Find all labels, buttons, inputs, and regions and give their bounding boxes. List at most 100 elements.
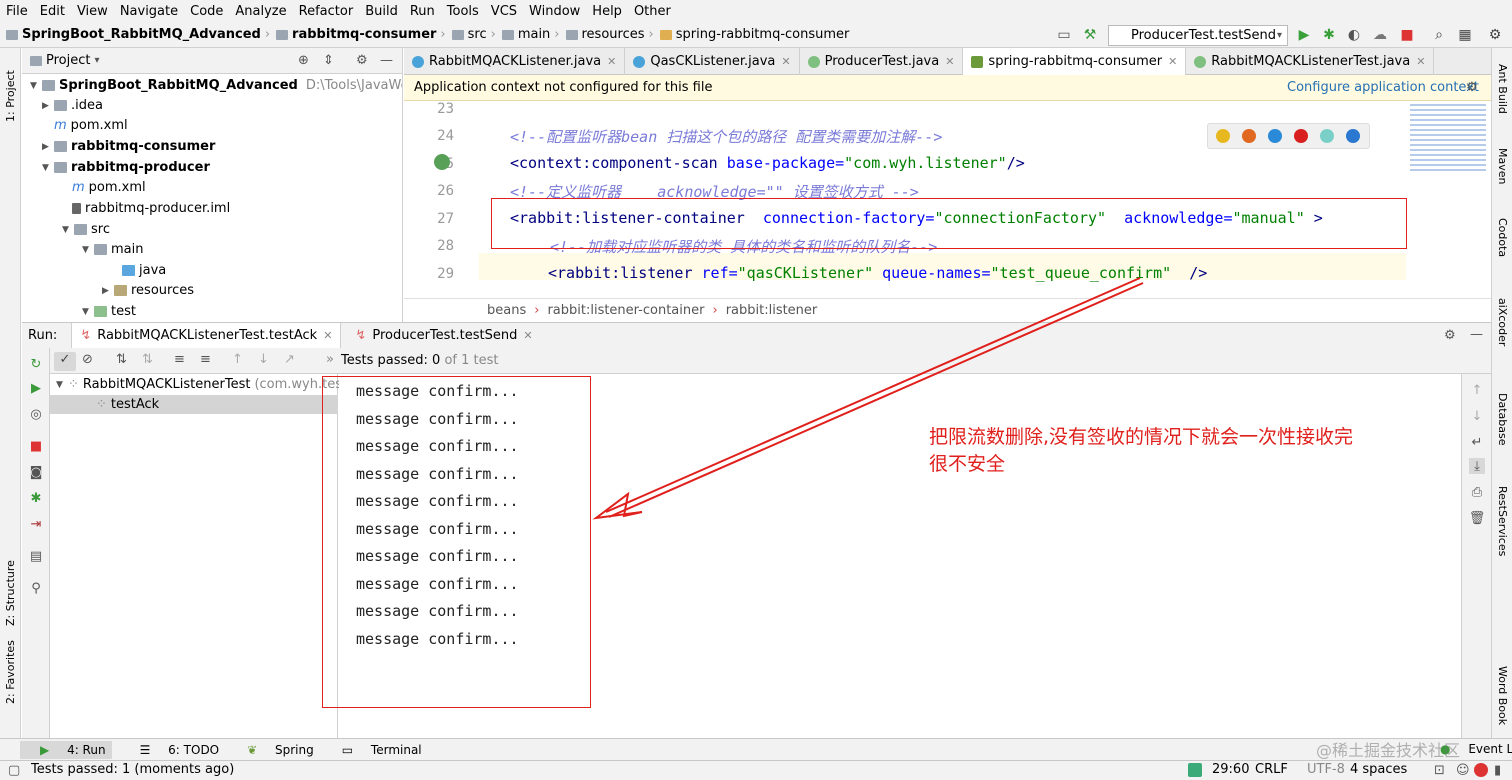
- breadcrumb-file[interactable]: spring-rabbitmq-consumer: [659, 27, 849, 42]
- tree-item-iml[interactable]: rabbitmq-producer.iml: [72, 201, 230, 216]
- tree-item-idea[interactable]: ▶ .idea: [42, 98, 103, 113]
- close-icon[interactable]: ✕: [1416, 55, 1425, 68]
- scroll-to-end-icon[interactable]: ⤓: [1469, 458, 1485, 474]
- up-icon[interactable]: ↑: [1469, 382, 1485, 398]
- export-icon[interactable]: ↗: [284, 352, 295, 367]
- memory-icon[interactable]: ▮: [1494, 763, 1501, 778]
- tree-root[interactable]: ▼ SpringBoot_RabbitMQ_Advanced D:\Tools\Ja…: [30, 78, 402, 93]
- firefox-icon[interactable]: [1242, 129, 1256, 143]
- breadcrumb-src[interactable]: src ›: [451, 27, 496, 42]
- safari-icon[interactable]: [1268, 129, 1282, 143]
- build-hammer-icon[interactable]: ⚒: [1081, 26, 1099, 44]
- coverage-icon[interactable]: ◐: [1345, 26, 1363, 44]
- menu-analyze[interactable]: Analyze: [229, 4, 292, 19]
- down-icon[interactable]: ↓: [1469, 408, 1485, 424]
- code-line-25[interactable]: <context:component-scan base-package="co…: [510, 154, 1025, 172]
- codota-tool-button[interactable]: Codota: [1496, 218, 1509, 257]
- close-icon[interactable]: ✕: [607, 55, 616, 68]
- layout-icon[interactable]: ▤: [28, 548, 44, 564]
- test-tree-root[interactable]: ▼ ⁘ RabbitMQACKListenerTest (com.wyh.test): [56, 377, 352, 392]
- soft-wrap-icon[interactable]: ↵: [1469, 434, 1485, 450]
- run-tab-send[interactable]: ↯ ProducerTest.testSend ✕: [347, 328, 540, 343]
- maven-tool-button[interactable]: Maven: [1496, 148, 1509, 184]
- close-icon[interactable]: ✕: [323, 329, 332, 342]
- project-structure-icon[interactable]: ▦: [1456, 26, 1474, 44]
- menu-build[interactable]: Build: [359, 4, 404, 19]
- rest-services-tool-button[interactable]: RestServices: [1496, 486, 1509, 556]
- spring-bean-gutter-icon[interactable]: [434, 154, 450, 170]
- breadcrumb-listener[interactable]: rabbit:listener: [726, 303, 818, 318]
- run-configuration-select[interactable]: ProducerTest.testSend ▾: [1108, 25, 1288, 46]
- plugin-icon[interactable]: [1188, 763, 1202, 777]
- test-tree-testack[interactable]: ⁘ testAck: [50, 395, 338, 414]
- cursor-position[interactable]: 29:60: [1212, 762, 1249, 777]
- debug-icon[interactable]: ✱: [1320, 26, 1338, 44]
- camera-icon[interactable]: ◙: [28, 464, 44, 480]
- breadcrumb-project[interactable]: SpringBoot_RabbitMQ_Advanced ›: [6, 27, 270, 42]
- tree-item-src[interactable]: ▼ src: [62, 222, 110, 237]
- gear-icon[interactable]: ⚙: [1444, 328, 1456, 343]
- menu-view[interactable]: View: [71, 4, 114, 19]
- stop-icon[interactable]: ■: [1398, 26, 1416, 44]
- gear-icon[interactable]: ⚙: [356, 53, 368, 68]
- show-passed-icon[interactable]: ✓: [54, 352, 76, 371]
- tree-item-main[interactable]: ▼ main: [82, 242, 143, 257]
- menu-file[interactable]: File: [0, 4, 34, 19]
- hide-icon[interactable]: —: [380, 53, 393, 68]
- rerun-failed-icon[interactable]: ▶: [28, 380, 44, 396]
- close-icon[interactable]: ✕: [781, 55, 790, 68]
- edge-icon[interactable]: [1346, 129, 1360, 143]
- pin-icon[interactable]: ⚲: [28, 580, 44, 596]
- locate-icon[interactable]: ⊕: [298, 53, 309, 68]
- profile-icon[interactable]: ☁: [1371, 26, 1389, 44]
- tree-item-java[interactable]: java: [122, 263, 166, 278]
- menu-navigate[interactable]: Navigate: [114, 4, 184, 19]
- collapse-icon[interactable]: ⇕: [323, 53, 334, 68]
- code-minimap[interactable]: [1410, 104, 1486, 174]
- previous-icon[interactable]: ↑: [232, 352, 243, 367]
- menu-other[interactable]: Other: [628, 4, 677, 19]
- tab-rabbitmq-ack-listener-test[interactable]: RabbitMQACKListenerTest.java ✕: [1186, 48, 1435, 75]
- tree-item-test[interactable]: ▼ test: [82, 304, 136, 319]
- tree-item-producer[interactable]: ▼ rabbitmq-producer: [42, 160, 210, 175]
- trash-icon[interactable]: 🗑: [1469, 510, 1486, 526]
- layout-icon[interactable]: ▭: [1055, 26, 1073, 44]
- sort-alpha-icon[interactable]: ⇅: [116, 352, 127, 367]
- exit-icon[interactable]: ⇥: [28, 516, 44, 532]
- tree-item-producer-pom[interactable]: m pom.xml: [72, 180, 146, 195]
- close-icon[interactable]: ✕: [523, 329, 532, 342]
- menu-window[interactable]: Window: [523, 4, 586, 19]
- project-view-select[interactable]: Project: [46, 53, 90, 68]
- toggle-auto-test-icon[interactable]: ◎: [28, 406, 44, 422]
- lock-icon[interactable]: ⊡: [1434, 763, 1445, 778]
- breadcrumb-resources[interactable]: resources ›: [565, 27, 654, 42]
- tool-tab-terminal[interactable]: ▭ Terminal: [328, 743, 422, 757]
- project-tool-button[interactable]: 1: Project: [4, 70, 17, 122]
- rerun-icon[interactable]: ↻: [28, 356, 44, 372]
- menu-edit[interactable]: Edit: [34, 4, 71, 19]
- status-toggle-icon[interactable]: ▢: [8, 763, 20, 778]
- tree-item-resources[interactable]: ▶ resources: [102, 283, 194, 298]
- run-tab-ack[interactable]: ↯ RabbitMQACKListenerTest.testAck ✕: [71, 322, 342, 349]
- structure-tool-button[interactable]: Z: Structure: [4, 560, 17, 626]
- tab-qasck-listener[interactable]: QasCKListener.java ✕: [625, 48, 800, 75]
- tree-item-pom[interactable]: m pom.xml: [54, 118, 128, 133]
- tool-tab-run[interactable]: ▶ 4: Run: [20, 740, 112, 759]
- code-line-29[interactable]: <rabbit:listener ref="qasCKListener" que…: [548, 264, 1207, 282]
- configure-context-link[interactable]: Configure application context: [1287, 80, 1479, 95]
- search-icon[interactable]: ⌕: [1430, 26, 1448, 44]
- close-icon[interactable]: ✕: [945, 55, 954, 68]
- menu-tools[interactable]: Tools: [441, 4, 485, 19]
- yandex-icon[interactable]: [1320, 129, 1334, 143]
- breadcrumb-main[interactable]: main ›: [501, 27, 560, 42]
- opera-icon[interactable]: [1294, 129, 1308, 143]
- menu-refactor[interactable]: Refactor: [293, 4, 360, 19]
- show-ignored-icon[interactable]: ⊘: [82, 352, 93, 367]
- breadcrumb-beans[interactable]: beans: [487, 303, 526, 318]
- expand-all-icon[interactable]: ≡: [174, 352, 185, 367]
- ant-build-tool-button[interactable]: Ant Build: [1496, 64, 1509, 114]
- menu-code[interactable]: Code: [184, 4, 229, 19]
- settings-icon[interactable]: ⚙: [1486, 26, 1504, 44]
- menu-run[interactable]: Run: [404, 4, 441, 19]
- hide-icon[interactable]: —: [1470, 327, 1483, 342]
